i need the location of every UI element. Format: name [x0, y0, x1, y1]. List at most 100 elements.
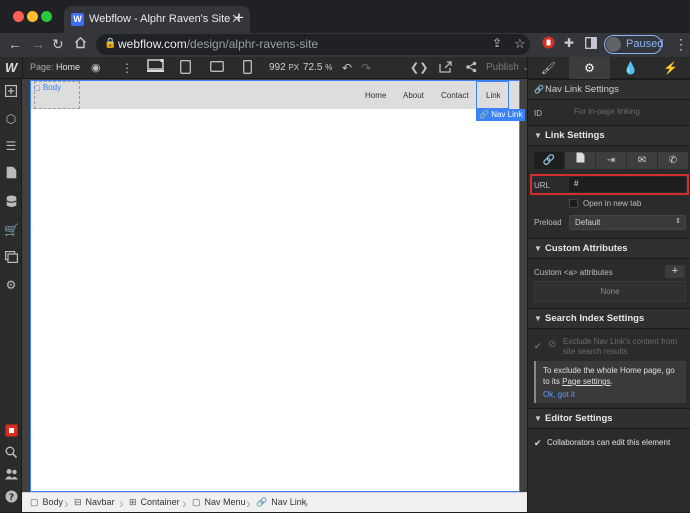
assets-icon[interactable]	[4, 251, 18, 265]
url-text: webflow.com/design/alphr-ravens-site	[118, 37, 319, 51]
link-settings-header[interactable]: ▼ Link Settings	[528, 125, 690, 146]
tab-style-brush-icon[interactable]: 🖌	[528, 57, 569, 79]
breadcrumb-navbar[interactable]: ⊟ Navbar	[74, 497, 115, 508]
ecommerce-cart-icon[interactable]: 🛒	[4, 223, 19, 237]
new-tab-icon[interactable]: +	[234, 8, 244, 28]
back-icon[interactable]: ←	[8, 36, 22, 52]
collaborators-label: Collaborators can edit this element	[547, 438, 671, 447]
preload-select[interactable]: Default ⇕	[569, 215, 686, 230]
link-type-section-button[interactable]: ⇥	[596, 152, 626, 169]
nav-link-home[interactable]: Home	[365, 91, 386, 100]
desktop-breakpoint-icon[interactable]	[147, 58, 165, 76]
forward-icon[interactable]: →	[31, 36, 45, 52]
id-field[interactable]: For in-page linking	[569, 105, 686, 120]
cms-database-icon[interactable]	[4, 195, 18, 209]
info-text-line1: To exclude the whole Home page, go	[543, 366, 675, 375]
panel-tabs: 🖌 ⚙ 💧 ⚡	[528, 57, 690, 79]
divider	[22, 57, 23, 79]
breadcrumb-nav-link[interactable]: 🔗 Nav Link	[256, 497, 306, 508]
maximize-window-button[interactable]	[41, 11, 52, 22]
search-exclude-icon: ⊘	[548, 339, 557, 350]
tab-settings-gear-icon[interactable]: ⚙	[569, 57, 610, 79]
webflow-logo-icon[interactable]: W	[5, 60, 17, 75]
info-ok-link[interactable]: Ok, got it	[543, 390, 575, 399]
mobile-landscape-icon[interactable]	[210, 61, 224, 75]
custom-attributes-header[interactable]: ▼ Custom Attributes	[528, 238, 690, 259]
tablet-breakpoint-icon[interactable]	[180, 60, 191, 77]
close-window-button[interactable]	[13, 11, 24, 22]
page-settings-link[interactable]: Page settings	[562, 377, 610, 386]
url-label: URL	[534, 181, 551, 190]
code-icon[interactable]: ❮❯	[410, 61, 428, 74]
editor-settings-header[interactable]: ▼ Editor Settings	[528, 408, 690, 429]
record-stop-icon[interactable]	[4, 424, 18, 438]
select-arrows-icon: ⇕	[675, 218, 681, 225]
url-field[interactable]: #	[569, 177, 686, 192]
tab-interactions-drops-icon[interactable]: 💧	[610, 57, 651, 79]
browser-tab-bar: W Webflow - Alphr Raven's Site ✕ +	[0, 0, 690, 33]
minimize-window-button[interactable]	[27, 11, 38, 22]
custom-attr-empty-box: None	[534, 281, 686, 302]
home-icon[interactable]	[74, 36, 87, 52]
share-icon[interactable]: ⇪	[492, 36, 502, 50]
info-text-line2: to its Page settings.	[543, 377, 613, 386]
bookmark-star-icon[interactable]: ☆	[514, 36, 526, 52]
tab-title: Webflow - Alphr Raven's Site	[89, 13, 231, 25]
link-type-email-button[interactable]: ✉	[627, 152, 657, 169]
publish-button[interactable]: Publish ⌄	[486, 62, 530, 73]
exclude-text-line2: site search results	[563, 347, 628, 356]
more-menu-icon[interactable]: ⋮	[674, 36, 688, 53]
search-index-header[interactable]: ▼ Search Index Settings	[528, 308, 690, 329]
sidebar-toggle-icon[interactable]	[585, 36, 597, 52]
caret-down-icon: ▼	[534, 414, 542, 423]
nav-link-settings-header[interactable]: 🔗 Nav Link Settings	[528, 79, 690, 100]
url-omnibox[interactable]: 🔒 webflow.com/design/alphr-ravens-site	[96, 34, 530, 55]
preview-eye-icon[interactable]: ◉	[91, 61, 101, 74]
share-icon[interactable]	[465, 61, 477, 76]
more-vertical-icon[interactable]: ⋮	[121, 61, 133, 75]
breadcrumb: ▢ Body › ⊟ Navbar › ⊞ Container › ▢ Nav Menu…	[22, 492, 527, 512]
settings-panel: 🖌 ⚙ 💧 ⚡ 🔗 Nav Link Settings ID For in-pa…	[527, 57, 690, 512]
help-icon[interactable]: ?	[4, 490, 18, 504]
browser-tab[interactable]: W Webflow - Alphr Raven's Site ✕	[64, 6, 250, 33]
zoom-level[interactable]: 72.5 %	[303, 62, 332, 73]
nav-link-contact[interactable]: Contact	[441, 91, 469, 100]
add-elements-icon[interactable]	[4, 85, 18, 99]
collaborators-checkbox-checked-icon[interactable]: ✔	[534, 438, 542, 449]
extension-red-icon[interactable]	[542, 36, 555, 52]
navbar[interactable]: ▢ Body Home About Contact Link 🔗 Nav Lin…	[31, 81, 526, 121]
navigator-icon[interactable]: ☰	[4, 139, 18, 153]
link-type-url-button[interactable]: 🔗	[534, 152, 564, 169]
breadcrumb-nav-menu[interactable]: ▢ Nav Menu	[192, 497, 246, 508]
lock-icon: 🔒	[104, 38, 117, 49]
link-type-phone-button[interactable]: ✆	[658, 152, 688, 169]
undo-icon[interactable]: ↶	[342, 61, 352, 75]
nav-link-about[interactable]: About	[403, 91, 424, 100]
extensions-puzzle-icon[interactable]: ✚	[564, 36, 574, 50]
tab-lightning-icon[interactable]: ⚡	[650, 57, 690, 79]
preload-label: Preload	[534, 218, 562, 227]
mobile-portrait-icon[interactable]	[243, 60, 252, 77]
nav-link-link: Link	[486, 91, 501, 100]
collaborators-icon[interactable]	[4, 468, 18, 482]
exclude-checkbox-checked-icon[interactable]: ✔	[534, 341, 542, 352]
page-body[interactable]: ▢ Body Home About Contact Link 🔗 Nav Lin…	[30, 80, 526, 492]
settings-gear-icon[interactable]: ⚙	[4, 278, 18, 292]
add-attribute-button[interactable]: +	[665, 265, 685, 278]
export-icon[interactable]	[439, 61, 452, 76]
symbols-cube-icon[interactable]: ⬡	[4, 112, 18, 126]
breadcrumb-body[interactable]: ▢ Body	[30, 497, 63, 508]
pages-icon[interactable]	[4, 166, 18, 180]
profile-paused-button[interactable]: Paused	[604, 35, 663, 54]
breadcrumb-container[interactable]: ⊞ Container	[129, 497, 180, 508]
navbar-icon: ⊟	[74, 497, 82, 507]
reload-icon[interactable]: ↻	[52, 36, 64, 53]
page-selector[interactable]: Page: Home	[30, 62, 80, 72]
selected-nav-link[interactable]: Link	[476, 81, 509, 109]
box-icon: ▢	[30, 497, 39, 507]
open-new-tab-checkbox[interactable]	[569, 199, 578, 208]
caret-down-icon: ▼	[534, 314, 542, 323]
link-type-page-button[interactable]	[565, 152, 595, 169]
search-icon[interactable]	[4, 446, 18, 460]
redo-icon[interactable]: ↷	[361, 61, 371, 75]
